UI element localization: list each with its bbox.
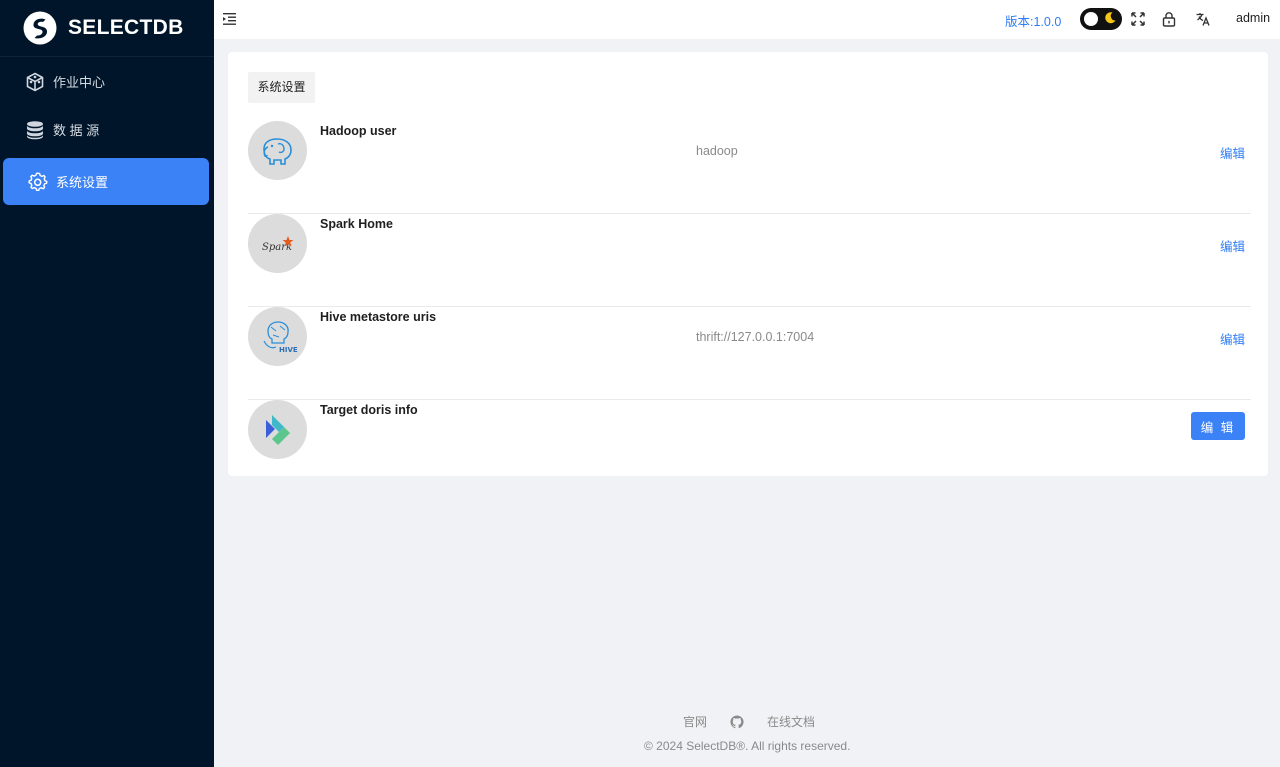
- selectdb-logo-icon: [23, 11, 57, 45]
- top-header: 版本:1.0.0 admin: [214, 0, 1280, 39]
- sidebar-item-system-settings[interactable]: 系统设置: [3, 158, 209, 205]
- sidebar-item-job-center[interactable]: 作业中心: [0, 58, 214, 105]
- user-menu[interactable]: admin: [1236, 11, 1270, 25]
- menu-collapse-icon[interactable]: [223, 12, 237, 26]
- fullscreen-icon[interactable]: [1130, 11, 1146, 27]
- hive-logo-icon: HIVE: [248, 307, 307, 366]
- official-site-link[interactable]: 官网: [683, 713, 707, 730]
- version-label[interactable]: 版本:1.0.0: [1005, 11, 1061, 30]
- setting-row-hive-metastore: HIVE Hive metastore uris thrift://127.0.…: [248, 307, 1251, 400]
- toggle-knob: [1084, 12, 1098, 26]
- svg-text:HIVE: HIVE: [279, 346, 298, 354]
- copyright-text: © 2024 SelectDB®. All rights reserved.: [644, 739, 851, 753]
- lock-icon[interactable]: [1161, 11, 1177, 27]
- setting-title: Spark Home: [320, 217, 393, 231]
- online-docs-link[interactable]: 在线文档: [767, 713, 815, 730]
- github-icon[interactable]: [730, 714, 744, 729]
- setting-row-spark-home: Spark Spark Home 编辑: [248, 214, 1251, 307]
- database-icon: [25, 120, 45, 140]
- tab-system-settings[interactable]: 系统设置: [248, 72, 315, 103]
- hadoop-elephant-icon: [248, 121, 307, 180]
- footer-links: 官网 在线文档: [683, 713, 815, 730]
- settings-card: 系统设置 Hadoop user hadoop 编辑 Spark Spark H…: [228, 52, 1268, 476]
- setting-row-target-doris: Target doris info 编 辑: [248, 400, 1251, 493]
- edit-link[interactable]: 编辑: [1220, 236, 1245, 255]
- gear-icon: [28, 171, 48, 192]
- setting-row-hadoop-user: Hadoop user hadoop 编辑: [248, 121, 1251, 214]
- sidebar-menu: 作业中心 数 据 源 系统设置: [0, 58, 214, 205]
- setting-title: Target doris info: [320, 403, 418, 417]
- brand-name: SELECTDB: [68, 16, 184, 39]
- brand-logo[interactable]: SELECTDB: [0, 0, 214, 57]
- sidebar-item-label: 系统设置: [56, 175, 109, 190]
- edit-button[interactable]: 编 辑: [1191, 412, 1245, 440]
- doris-logo-icon: [248, 400, 307, 459]
- sidebar: SELECTDB 作业中心 数 据 源 系统设置: [0, 0, 214, 767]
- translate-icon[interactable]: [1195, 11, 1211, 27]
- edit-link[interactable]: 编辑: [1220, 143, 1245, 162]
- setting-value: thrift://127.0.0.1:7004: [696, 330, 815, 344]
- setting-value: hadoop: [696, 144, 738, 158]
- cube-network-icon: [25, 72, 45, 92]
- sidebar-item-label: 作业中心: [53, 75, 106, 90]
- spark-logo-icon: Spark: [248, 214, 307, 273]
- moon-icon: [1105, 12, 1116, 24]
- setting-title: Hadoop user: [320, 124, 397, 138]
- sidebar-item-label: 数 据 源: [53, 123, 100, 138]
- setting-title: Hive metastore uris: [320, 310, 437, 324]
- edit-link[interactable]: 编辑: [1220, 329, 1245, 348]
- sidebar-item-data-source[interactable]: 数 据 源: [0, 106, 214, 153]
- theme-toggle[interactable]: [1080, 8, 1122, 30]
